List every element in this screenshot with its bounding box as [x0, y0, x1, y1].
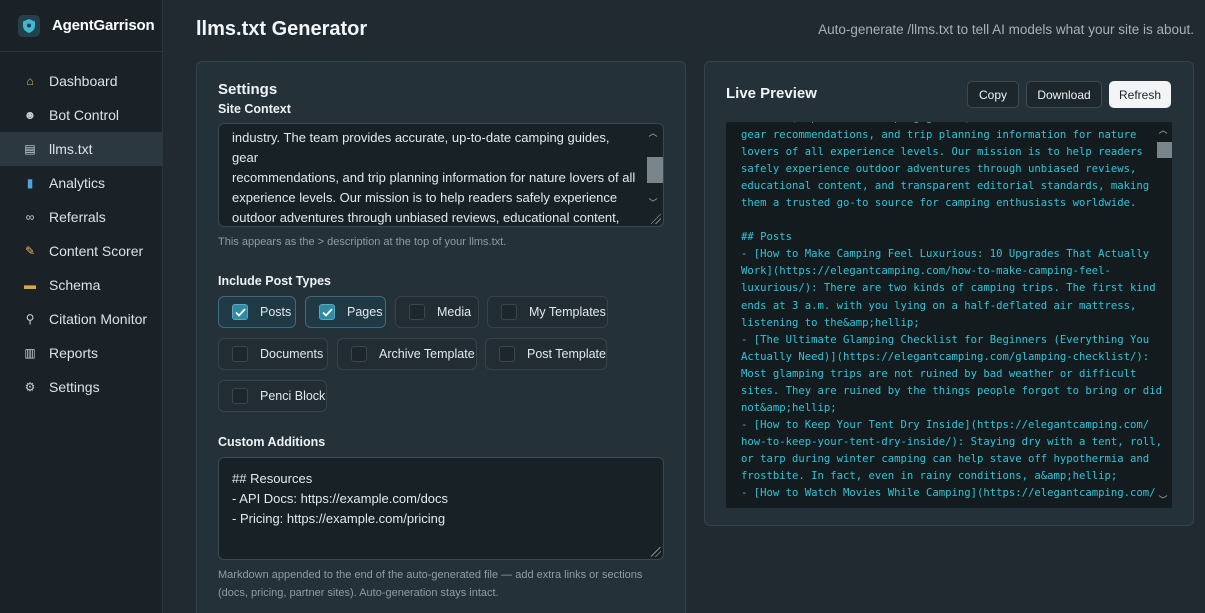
sidebar-item-reports[interactable]: ▥ Reports — [0, 336, 162, 370]
sidebar-item-label: Analytics — [49, 175, 106, 191]
post-types-label: Include Post Types — [218, 274, 331, 288]
page-title: llms.txt Generator — [196, 18, 368, 40]
post-type-label: Documents — [260, 347, 324, 361]
checkbox-icon[interactable] — [499, 346, 515, 362]
checkbox-icon[interactable] — [501, 304, 517, 320]
gear-icon: ⚙ — [24, 380, 36, 394]
page-subtitle: Auto-generate /llms.txt to tell AI model… — [818, 22, 1194, 37]
custom-additions-text: ## Resources - API Docs: https://example… — [232, 471, 449, 526]
scroll-down-icon[interactable]: ﹀ — [646, 197, 660, 209]
post-type-label: Posts — [260, 305, 292, 319]
custom-additions-textarea[interactable]: ## Resources - API Docs: https://example… — [218, 457, 664, 560]
post-type-checkbox-media[interactable]: Media — [395, 296, 479, 328]
post-type-label: Archive Template — [379, 347, 475, 361]
settings-title: Settings — [218, 81, 278, 98]
resize-handle-icon[interactable] — [651, 214, 661, 224]
custom-additions-label: Custom Additions — [218, 435, 326, 449]
scroll-thumb[interactable] — [1157, 142, 1172, 158]
site-context-text: industry. The team provides accurate, up… — [232, 130, 636, 225]
scroll-up-icon[interactable]: ︿ — [646, 127, 660, 139]
sidebar-item-referrals[interactable]: ∞ Referrals — [0, 200, 162, 234]
preview-scrollbar[interactable]: ︿ ﹀ — [1156, 124, 1172, 506]
post-type-checkbox-penci-block[interactable]: Penci Block — [218, 380, 327, 412]
post-type-label: Post Template — [527, 347, 606, 361]
post-type-label: My Templates — [529, 305, 606, 319]
post-type-checkbox-posts[interactable]: Posts — [218, 296, 296, 328]
checkbox-icon[interactable] — [351, 346, 367, 362]
post-type-label: Penci Block — [260, 389, 326, 403]
folder-icon: ▬ — [24, 278, 36, 292]
sidebar-item-label: Bot Control — [49, 107, 120, 123]
report-icon: ▥ — [24, 346, 36, 360]
brand-name: AgentGarrison — [52, 17, 155, 34]
preview-code[interactable]: accurate, up-to-date camping guides, gea… — [726, 122, 1172, 508]
sidebar-item-label: Referrals — [49, 209, 106, 225]
sidebar-item-label: Content Scorer — [49, 243, 144, 259]
sidebar-item-llms-txt[interactable]: ▤ llms.txt — [0, 132, 162, 166]
checkbox-icon[interactable] — [232, 388, 248, 404]
refresh-button[interactable]: Refresh — [1109, 81, 1171, 108]
post-type-checkbox-pages[interactable]: Pages — [305, 296, 386, 328]
sidebar-item-content-scorer[interactable]: ✎ Content Scorer — [0, 234, 162, 268]
checkmark-icon[interactable] — [319, 304, 335, 320]
robot-icon: ☻ — [23, 108, 37, 122]
bar-chart-icon: ▮ — [26, 176, 34, 190]
custom-additions-help: Markdown appended to the end of the auto… — [218, 569, 643, 599]
link-icon: ∞ — [25, 210, 35, 224]
site-context-label: Site Context — [218, 102, 291, 116]
checkbox-icon[interactable] — [409, 304, 425, 320]
settings-panel: Settings Site Context industry. The team… — [196, 61, 686, 613]
shield-logo-icon — [18, 14, 40, 37]
post-type-label: Media — [437, 305, 472, 319]
site-context-scrollbar[interactable]: ︿ ﹀ — [646, 127, 663, 223]
pencil-icon: ✎ — [24, 244, 36, 258]
preview-title: Live Preview — [726, 85, 817, 102]
post-type-checkbox-documents[interactable]: Documents — [218, 338, 328, 370]
sidebar-item-label: llms.txt — [49, 141, 93, 157]
scroll-thumb[interactable] — [647, 157, 663, 183]
preview-code-text: accurate, up-to-date camping guides, gea… — [741, 122, 1162, 500]
post-type-checkbox-archive-template[interactable]: Archive Template — [337, 338, 477, 370]
post-type-checkbox-my-templates[interactable]: My Templates — [487, 296, 608, 328]
scroll-up-icon[interactable]: ︿ — [1156, 124, 1170, 136]
sidebar-nav: ⌂ Dashboard ☻ Bot Control ▤ llms.txt ▮ Analytic… — [0, 52, 162, 404]
scroll-down-icon[interactable]: ﹀ — [1156, 494, 1170, 506]
sidebar-item-settings[interactable]: ⚙ Settings — [0, 370, 162, 404]
sidebar: AgentGarrison ⌂ Dashboard ☻ Bot Control ▤ llm… — [0, 0, 163, 613]
post-type-label: Pages — [347, 305, 383, 319]
brand[interactable]: AgentGarrison — [0, 0, 162, 52]
post-type-checkbox-post-template[interactable]: Post Template — [485, 338, 607, 370]
preview-panel: Live Preview Copy Download Refresh accur… — [704, 61, 1194, 526]
sidebar-item-dashboard[interactable]: ⌂ Dashboard — [0, 64, 162, 98]
checkmark-icon[interactable] — [232, 304, 248, 320]
checkbox-icon[interactable] — [232, 346, 248, 362]
sidebar-item-citation-monitor[interactable]: ⚲ Citation Monitor — [0, 302, 162, 336]
home-icon: ⌂ — [26, 74, 34, 88]
sidebar-item-label: Schema — [49, 277, 101, 293]
sidebar-item-label: Reports — [49, 345, 99, 361]
sidebar-item-label: Citation Monitor — [49, 311, 148, 327]
sidebar-item-label: Dashboard — [49, 73, 118, 89]
copy-button[interactable]: Copy — [967, 81, 1019, 108]
sidebar-item-analytics[interactable]: ▮ Analytics — [0, 166, 162, 200]
sidebar-item-schema[interactable]: ▬ Schema — [0, 268, 162, 302]
magnifier-icon: ⚲ — [25, 312, 35, 326]
sidebar-item-bot-control[interactable]: ☻ Bot Control — [0, 98, 162, 132]
site-context-textarea[interactable]: industry. The team provides accurate, up… — [218, 123, 664, 227]
download-button[interactable]: Download — [1026, 81, 1102, 108]
document-icon: ▤ — [24, 142, 36, 156]
sidebar-item-label: Settings — [49, 379, 100, 395]
resize-handle-icon[interactable] — [651, 547, 661, 557]
site-context-help: This appears as the > description at the… — [218, 236, 507, 248]
